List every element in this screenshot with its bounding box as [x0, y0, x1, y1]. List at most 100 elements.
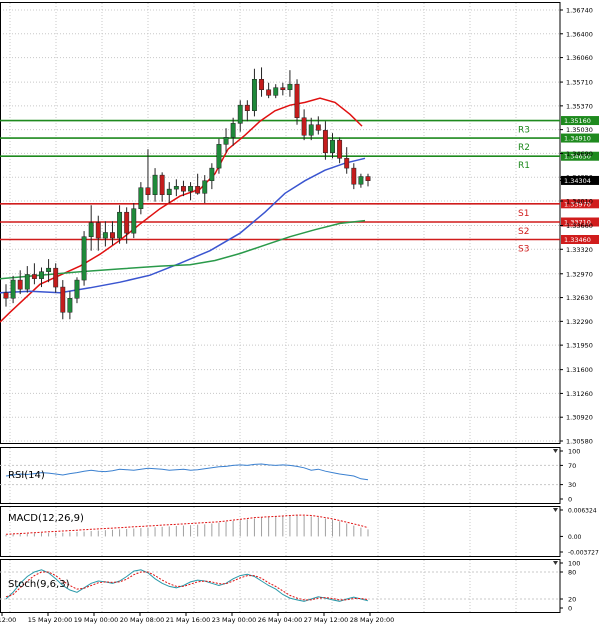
candle-body — [138, 187, 144, 209]
level-label-s3: S3 — [518, 244, 529, 254]
x-tick-label: 15 May 20:00 — [28, 616, 73, 624]
candle-body — [24, 274, 30, 290]
candle-body — [280, 87, 286, 91]
level-label-s2: S2 — [518, 227, 529, 237]
stoch-y-tick-label: 0 — [568, 605, 572, 613]
level-price-label: 1.34910 — [564, 135, 591, 143]
rsi-y-tick-label: 30 — [568, 481, 576, 489]
x-tick-label: 23 May 00:00 — [212, 616, 257, 624]
macd-y-tick-label: 0.00 — [568, 534, 582, 541]
y-tick-label: 1.36060 — [566, 54, 593, 62]
candle-body — [31, 274, 37, 279]
stoch-label: Stoch(9,6,3) — [8, 579, 70, 590]
y-tick-label: 1.33660 — [566, 222, 593, 230]
level-label-r2: R2 — [518, 143, 530, 153]
x-tick-label: 20 May 08:00 — [120, 616, 165, 624]
y-tick-label: 1.32970 — [566, 270, 593, 278]
level-label-r3: R3 — [518, 126, 530, 136]
candle-body — [3, 292, 9, 299]
x-tick-label: 26 May 04:00 — [258, 616, 303, 624]
candle-body — [202, 180, 208, 194]
candle-body — [365, 176, 371, 181]
candle-body — [230, 123, 236, 138]
candle-body — [188, 186, 193, 192]
level-label-s1: S1 — [518, 209, 529, 219]
candle-body — [131, 208, 137, 234]
candle-body — [244, 104, 250, 112]
y-tick-label: 1.33320 — [566, 246, 593, 254]
candle-body — [60, 286, 66, 313]
y-tick-label: 1.30580 — [566, 438, 593, 446]
candle-body — [74, 279, 80, 299]
candle-body — [337, 139, 343, 159]
x-tick-label: 28 May 20:00 — [350, 616, 395, 624]
chart-background — [0, 0, 600, 628]
candle-body — [287, 83, 293, 91]
candle-body — [46, 267, 52, 272]
rsi-label: RSI(14) — [8, 470, 45, 481]
level-label-r1: R1 — [518, 161, 530, 171]
stoch-y-tick-label: 100 — [568, 560, 580, 568]
y-tick-label: 1.32290 — [566, 318, 593, 326]
rsi-y-tick-label: 100 — [568, 448, 580, 456]
stoch-y-tick-label: 20 — [568, 596, 576, 604]
candle-body — [308, 124, 314, 136]
candle-body — [67, 298, 73, 313]
x-tick-label: 19 May 00:00 — [74, 616, 119, 624]
level-price-label: 1.35160 — [564, 117, 591, 125]
candle-body — [173, 186, 179, 190]
candle-body — [81, 236, 87, 281]
candle-body — [344, 158, 350, 169]
candle-body — [17, 279, 23, 290]
y-tick-label: 1.34010 — [566, 198, 593, 206]
candle-body — [351, 167, 357, 185]
candle-body — [315, 124, 321, 131]
candle-body — [95, 222, 101, 239]
candle-body — [117, 211, 123, 239]
y-tick-label: 1.30920 — [566, 414, 593, 422]
y-tick-label: 1.31950 — [566, 342, 593, 350]
candle-body — [294, 83, 300, 118]
candle-body — [266, 89, 272, 96]
x-tick-label: y 12:00 — [0, 616, 16, 624]
candle-body — [195, 186, 201, 194]
y-tick-label: 1.36400 — [566, 30, 593, 38]
y-tick-label: 1.34690 — [566, 150, 593, 158]
macd-y-tick-label: 0.006324 — [568, 508, 597, 515]
candle-body — [39, 271, 44, 279]
candle-body — [209, 167, 215, 181]
candle-body — [102, 232, 108, 239]
candle-body — [301, 117, 307, 136]
current-price-label: 1.34304 — [564, 177, 591, 185]
candle-body — [10, 279, 16, 299]
candle-body — [259, 79, 264, 91]
x-tick-label: 27 May 12:00 — [304, 616, 349, 624]
candle-body — [181, 186, 186, 192]
y-tick-label: 1.35030 — [566, 126, 593, 134]
stoch-y-tick-label: 80 — [568, 569, 576, 577]
candle-body — [322, 130, 328, 153]
candle-body — [159, 174, 165, 195]
candle-body — [145, 187, 151, 195]
forex-chart: R31.35160R21.34910R11.34650S11.33970S21.… — [0, 0, 600, 628]
level-price-label: 1.33460 — [564, 236, 591, 244]
rsi-y-tick-label: 70 — [568, 462, 576, 470]
y-tick-label: 1.36740 — [566, 7, 593, 15]
candle-body — [330, 139, 335, 153]
y-tick-label: 1.35710 — [566, 79, 593, 87]
candle-body — [251, 79, 257, 112]
candle-body — [88, 222, 94, 237]
y-tick-label: 1.31260 — [566, 390, 593, 398]
candle — [81, 231, 87, 286]
candle-body — [358, 176, 364, 185]
candle-body — [53, 267, 59, 288]
candle-body — [237, 104, 243, 124]
candle-body — [124, 211, 130, 234]
candle-body — [166, 188, 172, 195]
x-tick-label: 21 May 16:00 — [166, 616, 211, 624]
macd-label: MACD(12,26,9) — [8, 513, 84, 524]
candle-body — [216, 144, 222, 169]
y-tick-label: 1.32630 — [566, 294, 593, 302]
y-tick-label: 1.31600 — [566, 366, 593, 374]
macd-y-tick-label: -0.003727 — [568, 550, 599, 557]
